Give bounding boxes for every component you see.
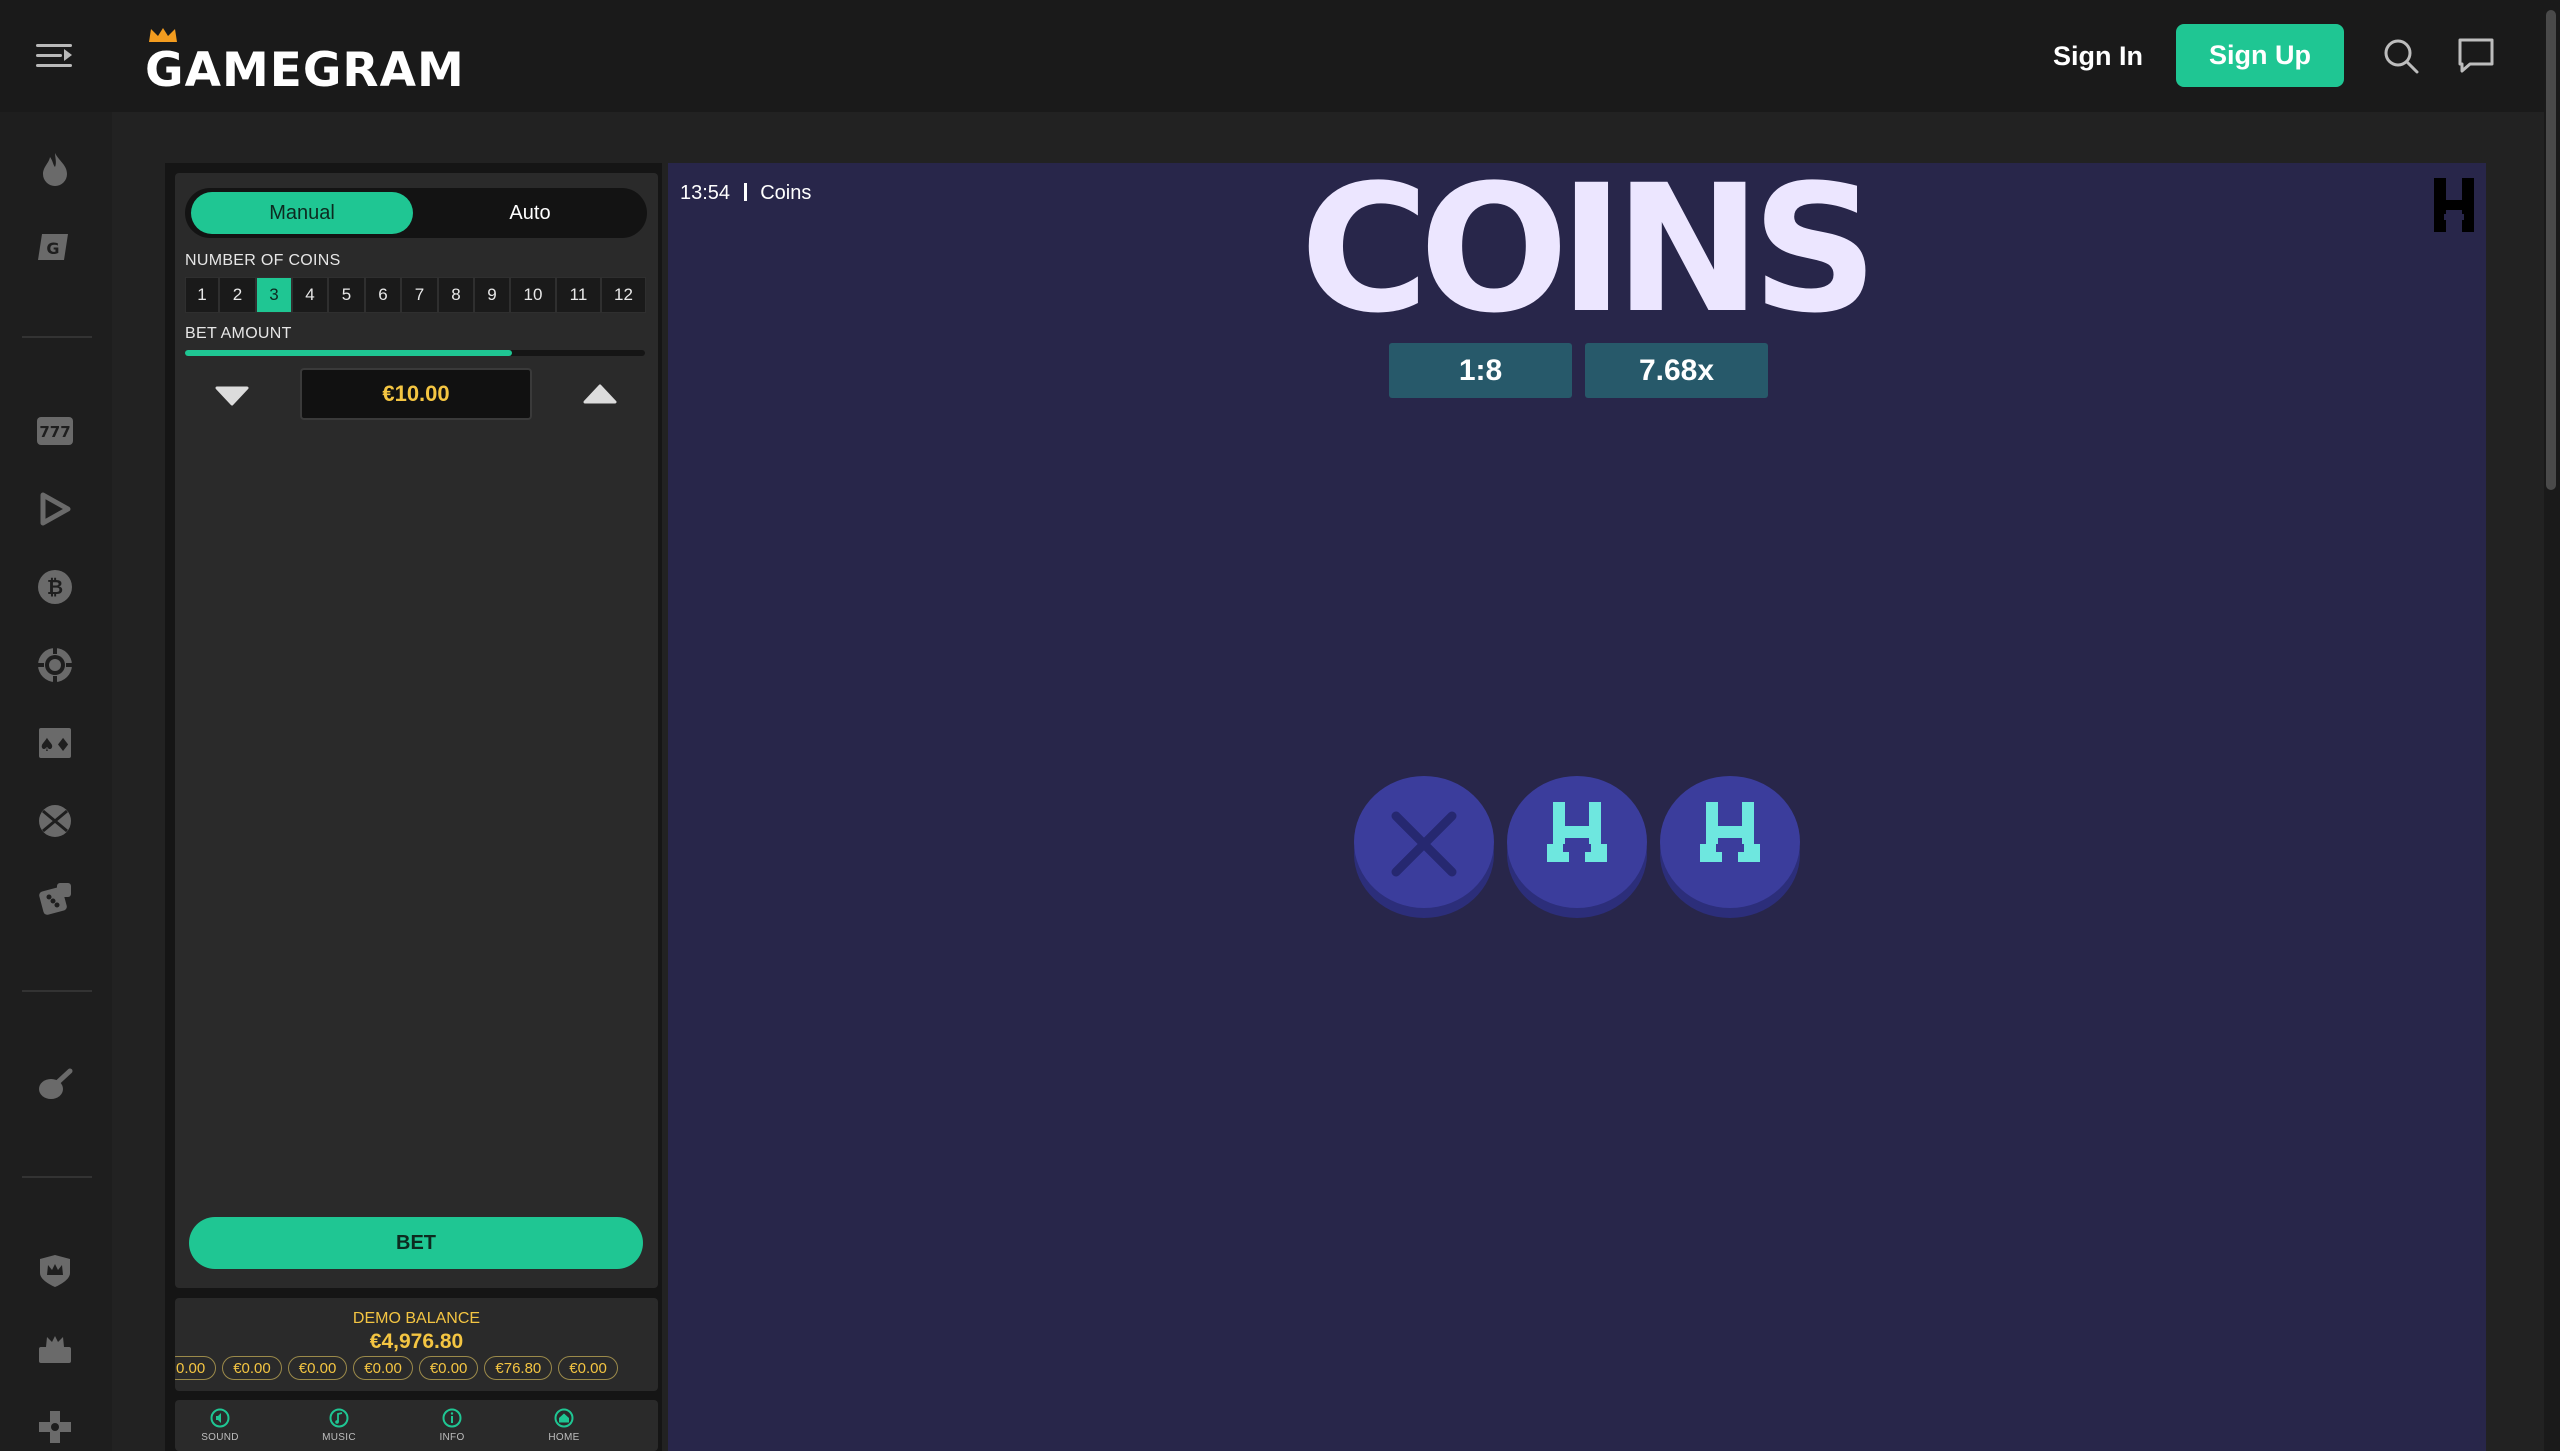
coins-count-selector: 1 2 3 4 5 6 7 8 9 10 11 12 — [185, 277, 646, 313]
bet-button[interactable]: BET — [189, 1217, 643, 1269]
guitar-icon[interactable] — [34, 1064, 76, 1106]
roulette-chip-icon[interactable] — [34, 644, 76, 686]
svg-text:G: G — [46, 239, 59, 258]
info-label: INFO — [439, 1432, 465, 1443]
dice-icon[interactable] — [34, 878, 76, 920]
history-chip: 0.00 — [175, 1356, 217, 1380]
info-button[interactable]: INFO — [417, 1408, 487, 1443]
coin-count-option[interactable]: 6 — [365, 277, 401, 313]
demo-balance-value: €4,976.80 — [369, 1330, 464, 1353]
svg-text:₿: ₿ — [47, 575, 63, 599]
coin-win[interactable] — [1658, 772, 1802, 920]
music-button[interactable]: MUSIC — [304, 1408, 374, 1443]
demo-balance-label: DEMO BALANCE — [352, 1310, 481, 1327]
sign-in-button[interactable]: Sign In — [2040, 30, 2156, 82]
sound-button[interactable]: SOUND — [185, 1408, 255, 1443]
nav-divider — [22, 336, 92, 338]
nav-divider — [22, 990, 92, 992]
music-icon — [329, 1408, 349, 1428]
home-button[interactable]: HOME — [529, 1408, 599, 1443]
coin-count-option[interactable]: 3 — [256, 277, 292, 313]
odds-display: 1:8 — [1389, 343, 1572, 398]
coins-count-label: NUMBER OF COINS — [185, 252, 341, 269]
game-name: Coins — [760, 182, 812, 204]
fire-icon[interactable] — [34, 148, 76, 190]
mode-auto-tab[interactable]: Auto — [417, 192, 643, 234]
coin-count-option[interactable]: 8 — [438, 277, 474, 313]
clock-separator — [743, 183, 747, 201]
vip-crown-icon[interactable] — [34, 1328, 76, 1370]
clock-time: 13:54 — [680, 182, 731, 204]
info-icon — [442, 1408, 462, 1428]
scrollbar-thumb[interactable] — [2546, 10, 2556, 490]
bet-amount-label: BET AMOUNT — [185, 325, 292, 342]
left-navigation: G 777 ₿ ♠♦ — [0, 112, 112, 1451]
brand-name: GAMEGRAM — [145, 43, 465, 98]
history-chip: €0.00 — [353, 1356, 413, 1380]
gamegram-logo[interactable]: GAMEGRAM — [145, 24, 465, 94]
coin-count-option[interactable]: 1 — [185, 277, 219, 313]
svg-text:777: 777 — [39, 423, 70, 441]
bet-amount-display[interactable]: €10.00 — [300, 368, 532, 420]
mode-manual-tab[interactable]: Manual — [191, 192, 413, 234]
demo-balance-card: DEMO BALANCE €4,976.80 0.00 €0.00 €0.00 €0.… — [175, 1298, 658, 1391]
music-label: MUSIC — [322, 1432, 356, 1443]
home-label: HOME — [548, 1432, 580, 1443]
coin-count-option[interactable]: 10 — [510, 277, 556, 313]
game-title: COINS — [1300, 147, 1878, 352]
coin-count-option[interactable]: 5 — [328, 277, 365, 313]
search-icon[interactable] — [2381, 36, 2421, 76]
history-chip: €0.00 — [287, 1356, 348, 1380]
hacksaw-logo-icon — [2434, 178, 2474, 232]
coin-count-option[interactable]: 7 — [401, 277, 438, 313]
coin-count-option[interactable]: 4 — [292, 277, 328, 313]
game-footer-bar: SOUND MUSIC INFO HOME — [175, 1400, 658, 1451]
live-play-icon[interactable] — [34, 488, 76, 530]
history-chip: €0.00 — [418, 1356, 479, 1380]
history-chip: €0.00 — [222, 1356, 282, 1380]
svg-text:♠♦: ♠♦ — [39, 735, 71, 756]
sound-icon — [210, 1408, 230, 1428]
slots-777-icon[interactable]: 777 — [34, 410, 76, 452]
crown-shield-icon[interactable] — [34, 1250, 76, 1292]
coin-count-option[interactable]: 2 — [219, 277, 256, 313]
mode-toggle: Manual Auto — [185, 188, 647, 238]
bet-history: 0.00 €0.00 €0.00 €0.00 €0.00 €76.80 €0.00 — [175, 1356, 618, 1380]
nav-divider — [22, 1176, 92, 1178]
coin-count-option[interactable]: 11 — [556, 277, 601, 313]
decrease-bet-button[interactable] — [208, 378, 256, 412]
coin-count-option[interactable]: 12 — [601, 277, 646, 313]
sports-ball-icon[interactable] — [34, 800, 76, 842]
bet-amount-slider[interactable] — [185, 350, 645, 356]
chevron-down-icon — [215, 386, 249, 406]
chat-icon[interactable] — [2456, 36, 2496, 76]
increase-bet-button[interactable] — [576, 378, 624, 412]
chevron-up-icon — [583, 384, 617, 404]
coin-count-option[interactable]: 9 — [474, 277, 510, 313]
gamegram-originals-icon[interactable]: G — [34, 226, 76, 268]
bitcoin-icon[interactable]: ₿ — [34, 566, 76, 608]
history-chip: €0.00 — [558, 1356, 618, 1380]
coin-lose[interactable] — [1352, 772, 1496, 920]
top-bar: GAMEGRAM Sign In Sign Up — [0, 0, 2560, 112]
coin-win[interactable] — [1505, 772, 1649, 920]
sound-label: SOUND — [201, 1432, 239, 1443]
game-title-logo: COINS — [1300, 147, 1878, 352]
game-clock: 13:54 Coins — [680, 182, 811, 205]
cards-icon[interactable]: ♠♦ — [34, 722, 76, 764]
history-chip: €76.80 — [484, 1356, 553, 1380]
multiplier-display: 7.68x — [1585, 343, 1768, 398]
sign-up-button[interactable]: Sign Up — [2176, 24, 2344, 87]
gamepad-icon[interactable] — [34, 1406, 76, 1448]
crown-icon — [149, 28, 177, 42]
menu-toggle-icon[interactable] — [36, 40, 74, 72]
home-icon — [554, 1408, 574, 1428]
bet-amount-slider-fill — [185, 350, 512, 356]
